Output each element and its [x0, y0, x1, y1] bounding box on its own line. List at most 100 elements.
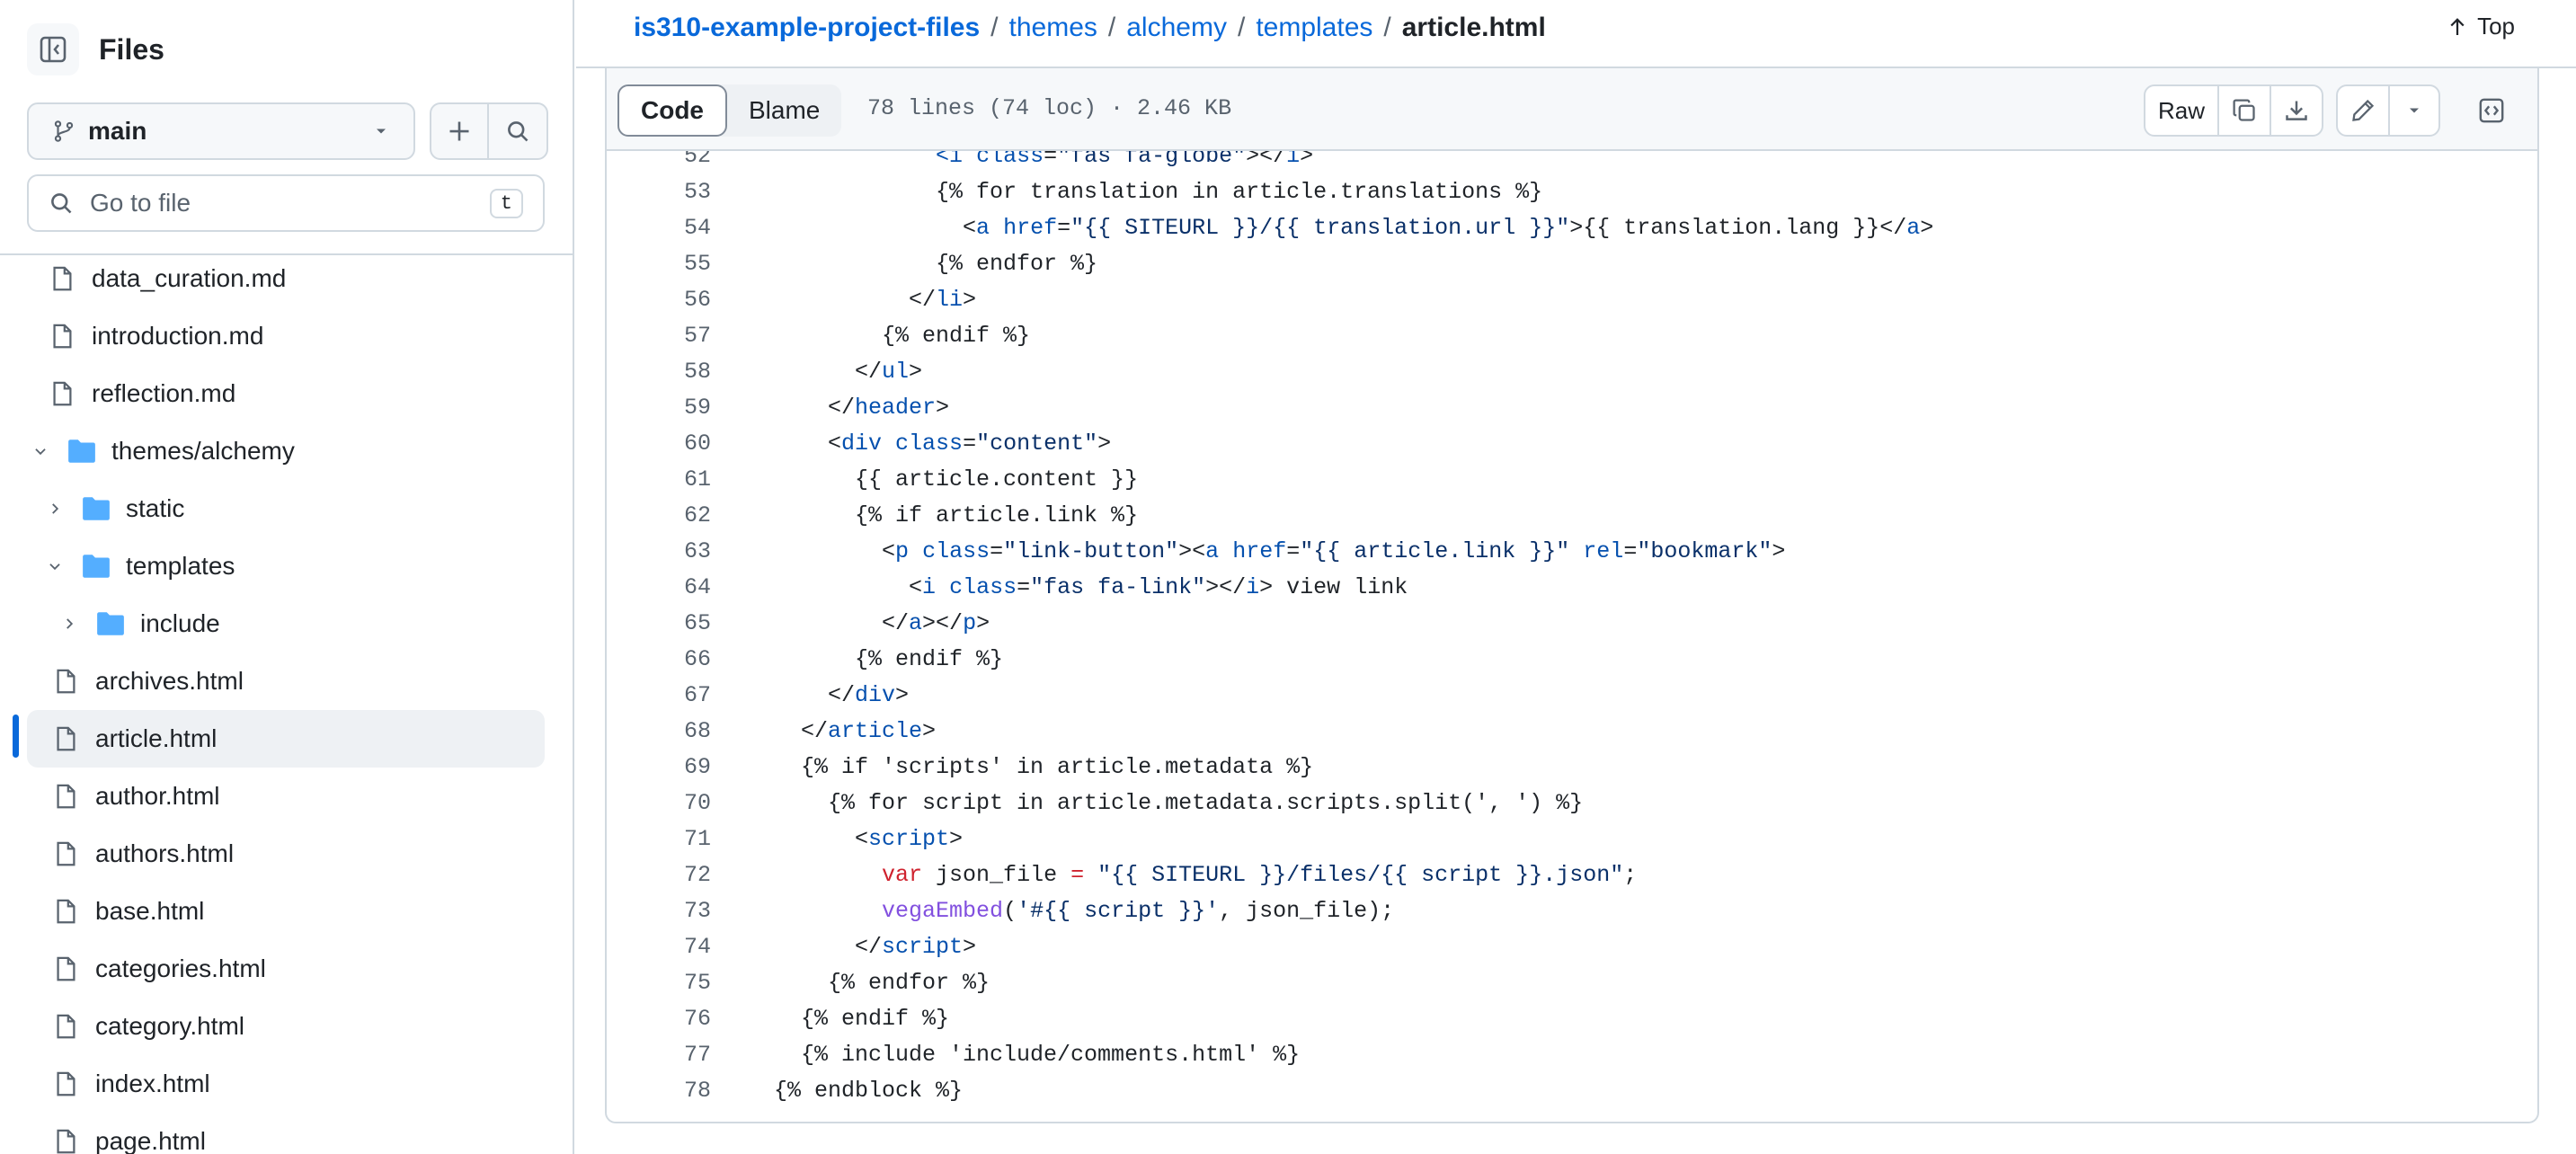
tree-file-category-html[interactable]: category.html: [27, 998, 545, 1055]
tree-file-base-html[interactable]: base.html: [27, 883, 545, 940]
line-content: <p class="link-button"><a href="{{ artic…: [774, 538, 1786, 564]
tree-item-label: data_curation.md: [92, 264, 287, 292]
line-number[interactable]: 77: [607, 1037, 711, 1073]
line-number[interactable]: 74: [607, 929, 711, 965]
line-number[interactable]: 57: [607, 318, 711, 354]
download-icon: [2286, 101, 2307, 120]
tree-file-introduction-md[interactable]: introduction.md: [27, 307, 545, 365]
line-number[interactable]: 58: [607, 354, 711, 390]
add-file-button[interactable]: [431, 104, 489, 158]
branch-selector-button[interactable]: main: [27, 102, 415, 160]
line-number[interactable]: 62: [607, 498, 711, 534]
tab-blame[interactable]: Blame: [727, 84, 841, 137]
breadcrumb-separator: /: [1107, 13, 1116, 42]
line-number[interactable]: 68: [607, 714, 711, 750]
breadcrumb-separator: /: [990, 13, 999, 42]
tree-folder-static[interactable]: static: [27, 480, 545, 537]
line-content: {% for script in article.metadata.script…: [774, 790, 1584, 816]
download-button[interactable]: [2270, 86, 2322, 135]
edit-options-dropdown[interactable]: [2388, 86, 2438, 135]
collapse-sidebar-button[interactable]: [27, 23, 79, 75]
raw-button[interactable]: Raw: [2145, 86, 2217, 135]
tree-folder-templates[interactable]: templates: [27, 537, 545, 595]
search-files-button[interactable]: [489, 104, 546, 158]
breadcrumb-link-templates[interactable]: templates: [1256, 13, 1372, 43]
line-content: </div>: [774, 682, 910, 708]
code-line: 78 {% endblock %}: [607, 1073, 1933, 1109]
line-number[interactable]: 61: [607, 462, 711, 498]
line-number[interactable]: 78: [607, 1073, 711, 1109]
code-line: 65 </a></p>: [607, 606, 1933, 642]
code-line: 64 <i class="fas fa-link"></i> view link: [607, 570, 1933, 606]
file-icon: [50, 781, 81, 812]
tree-item-label: reflection.md: [92, 379, 236, 407]
copy-raw-button[interactable]: [2217, 86, 2270, 135]
line-number[interactable]: 69: [607, 750, 711, 786]
file-info: 78 lines (74 loc) · 2.46 KB: [867, 95, 1232, 121]
line-number[interactable]: 72: [607, 857, 711, 893]
line-number[interactable]: 71: [607, 821, 711, 857]
chevron-right-icon[interactable]: [56, 610, 83, 637]
tree-item-label: templates: [126, 552, 235, 580]
tree-item-label: article.html: [95, 724, 218, 752]
tree-file-categories-html[interactable]: categories.html: [27, 940, 545, 998]
symbols-panel-button[interactable]: [2465, 84, 2518, 137]
breadcrumb-link-alchemy[interactable]: alchemy: [1126, 13, 1227, 43]
tree-file-index-html[interactable]: index.html: [27, 1055, 545, 1113]
breadcrumb-repo-link[interactable]: is310-example-project-files: [634, 13, 980, 43]
tree-file-page-html[interactable]: page.html: [27, 1113, 545, 1154]
chevron-down-icon[interactable]: [41, 553, 68, 580]
line-number[interactable]: 56: [607, 282, 711, 318]
line-number[interactable]: 70: [607, 786, 711, 821]
line-number[interactable]: 63: [607, 534, 711, 570]
chevron-right-icon[interactable]: [41, 495, 68, 522]
line-number[interactable]: 75: [607, 965, 711, 1001]
file-tree-sidebar: Files main Go to file t data_curation.md…: [0, 0, 574, 1154]
line-content: <a href="{{ SITEURL }}/{{ translation.ur…: [774, 215, 1934, 241]
line-number[interactable]: 60: [607, 426, 711, 462]
go-to-file-input[interactable]: Go to file t: [27, 174, 545, 232]
file-content-box: Code Blame 78 lines (74 loc) · 2.46 KB R…: [605, 68, 2539, 1123]
line-content: {% include 'include/comments.html' %}: [774, 1042, 1301, 1068]
line-number[interactable]: 64: [607, 570, 711, 606]
tree-file-data-curation-md[interactable]: data_curation.md: [27, 250, 545, 307]
code-view[interactable]: 52 <i class="fas fa-globe"></i> 53 {% for…: [607, 151, 2537, 1122]
back-to-top-button[interactable]: Top: [2447, 13, 2515, 40]
line-number[interactable]: 67: [607, 678, 711, 714]
edit-file-button[interactable]: [2338, 86, 2388, 135]
tree-item-label: index.html: [95, 1070, 210, 1097]
shortcut-key: t: [489, 188, 523, 218]
tree-file-article-html[interactable]: article.html: [27, 710, 545, 768]
breadcrumb-link-themes[interactable]: themes: [1009, 13, 1097, 43]
tree-folder-include[interactable]: include: [27, 595, 545, 652]
line-content: {% endif %}: [774, 646, 1004, 672]
tree-file-author-html[interactable]: author.html: [27, 768, 545, 825]
breadcrumb: is310-example-project-files / themes / a…: [634, 13, 1546, 43]
tree-folder-themes-alchemy[interactable]: themes/alchemy: [27, 422, 545, 480]
code-line: 60 <div class="content">: [607, 426, 1933, 462]
line-content: var json_file = "{{ SITEURL }}/files/{{ …: [882, 862, 1638, 888]
line-content: {{ article.content }}: [774, 466, 1139, 493]
line-number[interactable]: 59: [607, 390, 711, 426]
line-number[interactable]: 54: [607, 210, 711, 246]
branch-name: main: [88, 117, 147, 145]
chevron-down-icon[interactable]: [27, 438, 54, 465]
line-number[interactable]: 55: [607, 246, 711, 282]
caret-down-icon: [377, 129, 386, 134]
file-icon: [50, 839, 81, 869]
file-tree: data_curation.md introduction.md reflectio…: [27, 250, 545, 1154]
line-number[interactable]: 66: [607, 642, 711, 678]
line-number[interactable]: 73: [607, 893, 711, 929]
sidebar-header: Files: [27, 23, 164, 75]
line-content: </li>: [774, 287, 977, 313]
line-number[interactable]: 76: [607, 1001, 711, 1037]
tree-file-archives-html[interactable]: archives.html: [27, 652, 545, 710]
line-number[interactable]: 65: [607, 606, 711, 642]
sidebar-collapse-icon: [40, 36, 67, 63]
tab-code[interactable]: Code: [617, 84, 727, 137]
tree-file-reflection-md[interactable]: reflection.md: [27, 365, 545, 422]
tree-file-authors-html[interactable]: authors.html: [27, 825, 545, 883]
line-number[interactable]: 52: [607, 151, 711, 174]
code-square-icon: [2479, 98, 2504, 123]
line-number[interactable]: 53: [607, 174, 711, 210]
